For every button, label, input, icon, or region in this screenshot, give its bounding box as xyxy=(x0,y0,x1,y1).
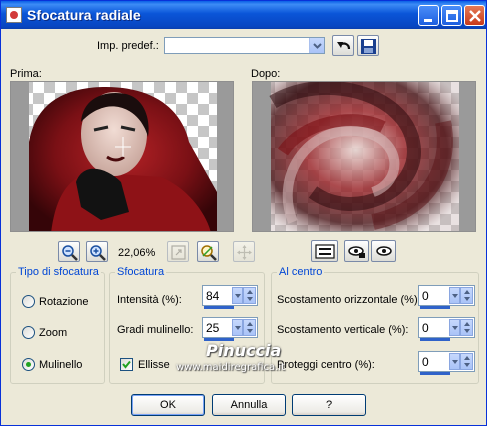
film-strip-icon xyxy=(315,244,335,259)
radio-zoom[interactable] xyxy=(22,326,35,339)
radio-rotation[interactable] xyxy=(22,295,35,308)
v-offset-stepper[interactable]: 0 xyxy=(418,317,475,341)
radio-rotation-label[interactable]: Rotazione xyxy=(39,296,89,308)
cancel-button[interactable]: Annulla xyxy=(212,394,286,416)
checkmark-icon xyxy=(122,360,131,369)
eye-icon xyxy=(376,246,392,256)
blur-type-legend: Tipo di sfocatura xyxy=(18,266,99,278)
floppy-disk-icon xyxy=(361,39,376,54)
close-icon xyxy=(469,10,481,22)
actual-size-icon xyxy=(171,245,186,260)
twist-value: 25 xyxy=(206,321,220,335)
after-preview[interactable] xyxy=(252,81,476,232)
zoom-to-100-button[interactable] xyxy=(167,241,189,262)
before-label: Prima: xyxy=(10,68,42,80)
v-offset-spin-arrows[interactable] xyxy=(460,319,473,336)
auto-proof-button[interactable] xyxy=(344,240,369,262)
close-button[interactable] xyxy=(464,5,485,26)
twist-spin-arrows[interactable] xyxy=(243,319,256,336)
h-offset-value: 0 xyxy=(422,289,429,303)
undo-arrow-icon xyxy=(337,42,351,50)
zoom-level: 22,06% xyxy=(118,247,156,259)
intensity-stepper[interactable]: 84 xyxy=(202,285,258,309)
reset-preset-button[interactable] xyxy=(332,35,354,56)
radial-blur-dialog: Sfocatura radiale Imp. predef.: Prima: D… xyxy=(0,0,487,426)
zoom-in-button[interactable] xyxy=(86,241,108,262)
twist-label: Gradi mulinello: xyxy=(117,324,194,336)
zoom-to-fit-button[interactable] xyxy=(197,241,219,262)
proof-button[interactable] xyxy=(371,240,396,262)
h-offset-slider-bar[interactable] xyxy=(420,306,450,309)
ok-button[interactable]: OK xyxy=(131,394,205,416)
minimize-icon xyxy=(424,19,432,22)
after-label: Dopo: xyxy=(251,68,281,80)
preset-dropdown[interactable] xyxy=(164,37,325,54)
intensity-slider-bar[interactable] xyxy=(204,306,234,309)
h-offset-stepper[interactable]: 0 xyxy=(418,285,475,309)
protect-center-value: 0 xyxy=(422,355,429,369)
watermark-site: www.maidiregrafica.it xyxy=(176,362,286,373)
save-preset-button[interactable] xyxy=(357,35,379,56)
v-offset-slider-bar[interactable] xyxy=(420,338,450,341)
preview-on-image-button[interactable] xyxy=(311,240,338,262)
chevron-down-icon xyxy=(309,38,324,53)
preset-label: Imp. predef.: xyxy=(97,40,159,52)
v-offset-label: Scostamento verticale (%): xyxy=(277,324,409,336)
protect-center-slider-toggle[interactable] xyxy=(449,353,460,370)
magnifier-minus-icon xyxy=(62,245,78,261)
blur-legend: Sfocatura xyxy=(117,266,165,278)
twist-stepper[interactable]: 25 xyxy=(202,317,258,341)
maximize-button[interactable] xyxy=(441,5,462,26)
watermark-name: Pinuccia xyxy=(206,341,282,360)
intensity-slider-toggle[interactable] xyxy=(232,287,243,304)
radio-twirl-label[interactable]: Mulinello xyxy=(39,359,82,371)
portrait-image xyxy=(29,87,217,231)
magnifier-fit-icon xyxy=(201,245,217,261)
intensity-label: Intensità (%): xyxy=(117,294,182,306)
minimize-button[interactable] xyxy=(418,5,439,26)
eye-lock-icon xyxy=(348,246,365,258)
protect-center-stepper[interactable]: 0 xyxy=(418,351,475,375)
ellipse-label[interactable]: Ellisse xyxy=(138,359,170,371)
magnifier-plus-icon xyxy=(90,245,106,261)
pan-button[interactable] xyxy=(233,241,255,262)
radio-zoom-label[interactable]: Zoom xyxy=(39,327,67,339)
protect-center-spin-arrows[interactable] xyxy=(460,353,473,370)
app-icon xyxy=(6,7,22,23)
ellipse-checkbox[interactable] xyxy=(120,358,133,371)
swirl-result-image xyxy=(269,82,459,231)
h-offset-spin-arrows[interactable] xyxy=(460,287,473,304)
twist-slider-toggle[interactable] xyxy=(232,319,243,336)
intensity-spin-arrows[interactable] xyxy=(243,287,256,304)
move-arrows-icon xyxy=(237,245,252,260)
radio-twirl[interactable] xyxy=(22,358,35,371)
maximize-icon xyxy=(446,10,458,22)
before-preview[interactable] xyxy=(10,81,234,232)
title-bar[interactable]: Sfocatura radiale xyxy=(1,1,486,29)
help-button[interactable]: ? xyxy=(292,394,366,416)
intensity-value: 84 xyxy=(206,289,220,303)
h-offset-label: Scostamento orizzontale (%): xyxy=(277,294,421,306)
center-legend: Al centro xyxy=(279,266,323,278)
v-offset-slider-toggle[interactable] xyxy=(449,319,460,336)
protect-center-label: Proteggi centro (%): xyxy=(277,359,375,371)
window-title: Sfocatura radiale xyxy=(27,7,141,23)
zoom-out-button[interactable] xyxy=(58,241,80,262)
v-offset-value: 0 xyxy=(422,321,429,335)
h-offset-slider-toggle[interactable] xyxy=(449,287,460,304)
protect-center-slider-bar[interactable] xyxy=(420,372,450,375)
